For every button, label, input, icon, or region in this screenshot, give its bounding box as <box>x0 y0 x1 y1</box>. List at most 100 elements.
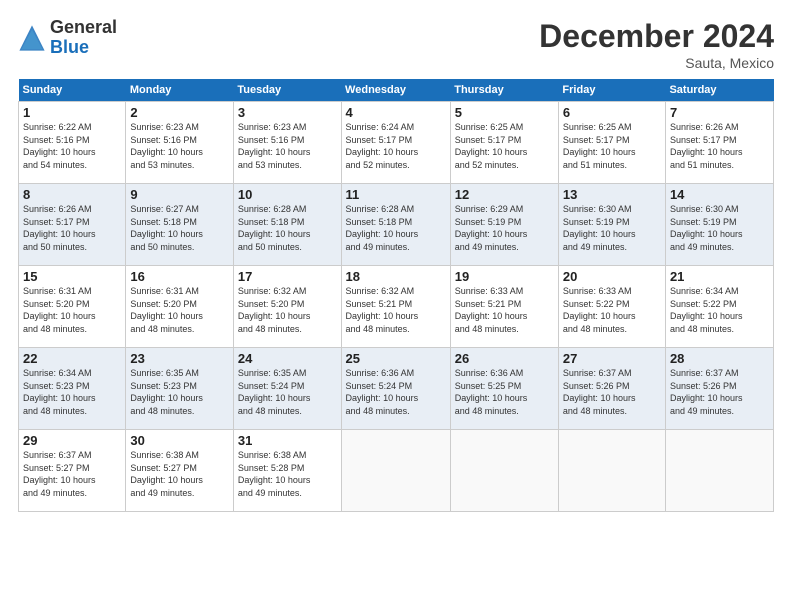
calendar-cell: 6Sunrise: 6:25 AM Sunset: 5:17 PM Daylig… <box>558 102 665 184</box>
page: General Blue December 2024 Sauta, Mexico… <box>0 0 792 612</box>
calendar-cell: 16Sunrise: 6:31 AM Sunset: 5:20 PM Dayli… <box>126 266 234 348</box>
day-info: Sunrise: 6:31 AM Sunset: 5:20 PM Dayligh… <box>130 285 229 335</box>
col-thursday: Thursday <box>450 79 558 102</box>
col-sunday: Sunday <box>19 79 126 102</box>
calendar-cell: 1Sunrise: 6:22 AM Sunset: 5:16 PM Daylig… <box>19 102 126 184</box>
day-info: Sunrise: 6:25 AM Sunset: 5:17 PM Dayligh… <box>563 121 661 171</box>
day-info: Sunrise: 6:23 AM Sunset: 5:16 PM Dayligh… <box>130 121 229 171</box>
day-number: 22 <box>23 351 121 366</box>
col-wednesday: Wednesday <box>341 79 450 102</box>
col-monday: Monday <box>126 79 234 102</box>
calendar-cell: 11Sunrise: 6:28 AM Sunset: 5:18 PM Dayli… <box>341 184 450 266</box>
day-number: 23 <box>130 351 229 366</box>
week-row-5: 29Sunrise: 6:37 AM Sunset: 5:27 PM Dayli… <box>19 430 774 512</box>
calendar-cell: 8Sunrise: 6:26 AM Sunset: 5:17 PM Daylig… <box>19 184 126 266</box>
logo-general: General <box>50 17 117 37</box>
calendar-cell: 18Sunrise: 6:32 AM Sunset: 5:21 PM Dayli… <box>341 266 450 348</box>
day-number: 8 <box>23 187 121 202</box>
day-info: Sunrise: 6:33 AM Sunset: 5:21 PM Dayligh… <box>455 285 554 335</box>
calendar-cell: 25Sunrise: 6:36 AM Sunset: 5:24 PM Dayli… <box>341 348 450 430</box>
day-info: Sunrise: 6:22 AM Sunset: 5:16 PM Dayligh… <box>23 121 121 171</box>
calendar-cell: 17Sunrise: 6:32 AM Sunset: 5:20 PM Dayli… <box>233 266 341 348</box>
header: General Blue December 2024 Sauta, Mexico <box>18 18 774 71</box>
day-info: Sunrise: 6:33 AM Sunset: 5:22 PM Dayligh… <box>563 285 661 335</box>
day-number: 14 <box>670 187 769 202</box>
calendar-cell: 28Sunrise: 6:37 AM Sunset: 5:26 PM Dayli… <box>665 348 773 430</box>
day-info: Sunrise: 6:37 AM Sunset: 5:26 PM Dayligh… <box>670 367 769 417</box>
day-info: Sunrise: 6:31 AM Sunset: 5:20 PM Dayligh… <box>23 285 121 335</box>
calendar-cell: 12Sunrise: 6:29 AM Sunset: 5:19 PM Dayli… <box>450 184 558 266</box>
calendar-cell: 24Sunrise: 6:35 AM Sunset: 5:24 PM Dayli… <box>233 348 341 430</box>
day-info: Sunrise: 6:36 AM Sunset: 5:24 PM Dayligh… <box>346 367 446 417</box>
day-number: 1 <box>23 105 121 120</box>
day-number: 12 <box>455 187 554 202</box>
day-number: 2 <box>130 105 229 120</box>
day-info: Sunrise: 6:38 AM Sunset: 5:27 PM Dayligh… <box>130 449 229 499</box>
day-number: 4 <box>346 105 446 120</box>
day-info: Sunrise: 6:37 AM Sunset: 5:26 PM Dayligh… <box>563 367 661 417</box>
day-number: 27 <box>563 351 661 366</box>
day-number: 21 <box>670 269 769 284</box>
day-number: 19 <box>455 269 554 284</box>
calendar-cell: 30Sunrise: 6:38 AM Sunset: 5:27 PM Dayli… <box>126 430 234 512</box>
day-info: Sunrise: 6:35 AM Sunset: 5:23 PM Dayligh… <box>130 367 229 417</box>
calendar-cell <box>558 430 665 512</box>
col-saturday: Saturday <box>665 79 773 102</box>
day-number: 13 <box>563 187 661 202</box>
calendar-cell <box>450 430 558 512</box>
calendar-cell: 3Sunrise: 6:23 AM Sunset: 5:16 PM Daylig… <box>233 102 341 184</box>
day-number: 30 <box>130 433 229 448</box>
calendar-cell <box>665 430 773 512</box>
day-info: Sunrise: 6:25 AM Sunset: 5:17 PM Dayligh… <box>455 121 554 171</box>
day-info: Sunrise: 6:26 AM Sunset: 5:17 PM Dayligh… <box>670 121 769 171</box>
day-number: 6 <box>563 105 661 120</box>
calendar-cell: 2Sunrise: 6:23 AM Sunset: 5:16 PM Daylig… <box>126 102 234 184</box>
day-number: 26 <box>455 351 554 366</box>
day-number: 17 <box>238 269 337 284</box>
day-number: 25 <box>346 351 446 366</box>
calendar-cell: 9Sunrise: 6:27 AM Sunset: 5:18 PM Daylig… <box>126 184 234 266</box>
day-info: Sunrise: 6:29 AM Sunset: 5:19 PM Dayligh… <box>455 203 554 253</box>
day-info: Sunrise: 6:23 AM Sunset: 5:16 PM Dayligh… <box>238 121 337 171</box>
day-number: 24 <box>238 351 337 366</box>
day-info: Sunrise: 6:30 AM Sunset: 5:19 PM Dayligh… <box>670 203 769 253</box>
calendar-header-row: Sunday Monday Tuesday Wednesday Thursday… <box>19 79 774 102</box>
day-number: 9 <box>130 187 229 202</box>
week-row-3: 15Sunrise: 6:31 AM Sunset: 5:20 PM Dayli… <box>19 266 774 348</box>
day-info: Sunrise: 6:36 AM Sunset: 5:25 PM Dayligh… <box>455 367 554 417</box>
calendar-cell: 20Sunrise: 6:33 AM Sunset: 5:22 PM Dayli… <box>558 266 665 348</box>
day-info: Sunrise: 6:32 AM Sunset: 5:20 PM Dayligh… <box>238 285 337 335</box>
calendar-cell: 7Sunrise: 6:26 AM Sunset: 5:17 PM Daylig… <box>665 102 773 184</box>
logo-text: General Blue <box>50 18 117 58</box>
day-info: Sunrise: 6:32 AM Sunset: 5:21 PM Dayligh… <box>346 285 446 335</box>
week-row-4: 22Sunrise: 6:34 AM Sunset: 5:23 PM Dayli… <box>19 348 774 430</box>
calendar-cell: 31Sunrise: 6:38 AM Sunset: 5:28 PM Dayli… <box>233 430 341 512</box>
calendar-cell: 22Sunrise: 6:34 AM Sunset: 5:23 PM Dayli… <box>19 348 126 430</box>
day-number: 20 <box>563 269 661 284</box>
logo: General Blue <box>18 18 117 58</box>
day-info: Sunrise: 6:35 AM Sunset: 5:24 PM Dayligh… <box>238 367 337 417</box>
day-info: Sunrise: 6:34 AM Sunset: 5:22 PM Dayligh… <box>670 285 769 335</box>
day-info: Sunrise: 6:30 AM Sunset: 5:19 PM Dayligh… <box>563 203 661 253</box>
day-number: 10 <box>238 187 337 202</box>
col-tuesday: Tuesday <box>233 79 341 102</box>
day-number: 7 <box>670 105 769 120</box>
day-info: Sunrise: 6:26 AM Sunset: 5:17 PM Dayligh… <box>23 203 121 253</box>
calendar-cell: 29Sunrise: 6:37 AM Sunset: 5:27 PM Dayli… <box>19 430 126 512</box>
day-info: Sunrise: 6:37 AM Sunset: 5:27 PM Dayligh… <box>23 449 121 499</box>
logo-icon <box>18 24 46 52</box>
calendar-cell: 26Sunrise: 6:36 AM Sunset: 5:25 PM Dayli… <box>450 348 558 430</box>
calendar-cell: 14Sunrise: 6:30 AM Sunset: 5:19 PM Dayli… <box>665 184 773 266</box>
day-info: Sunrise: 6:27 AM Sunset: 5:18 PM Dayligh… <box>130 203 229 253</box>
day-info: Sunrise: 6:24 AM Sunset: 5:17 PM Dayligh… <box>346 121 446 171</box>
location: Sauta, Mexico <box>539 55 774 71</box>
logo-blue: Blue <box>50 37 89 57</box>
calendar-cell: 19Sunrise: 6:33 AM Sunset: 5:21 PM Dayli… <box>450 266 558 348</box>
day-number: 18 <box>346 269 446 284</box>
calendar-cell: 13Sunrise: 6:30 AM Sunset: 5:19 PM Dayli… <box>558 184 665 266</box>
day-number: 5 <box>455 105 554 120</box>
calendar-cell: 21Sunrise: 6:34 AM Sunset: 5:22 PM Dayli… <box>665 266 773 348</box>
day-info: Sunrise: 6:34 AM Sunset: 5:23 PM Dayligh… <box>23 367 121 417</box>
day-info: Sunrise: 6:38 AM Sunset: 5:28 PM Dayligh… <box>238 449 337 499</box>
day-number: 11 <box>346 187 446 202</box>
